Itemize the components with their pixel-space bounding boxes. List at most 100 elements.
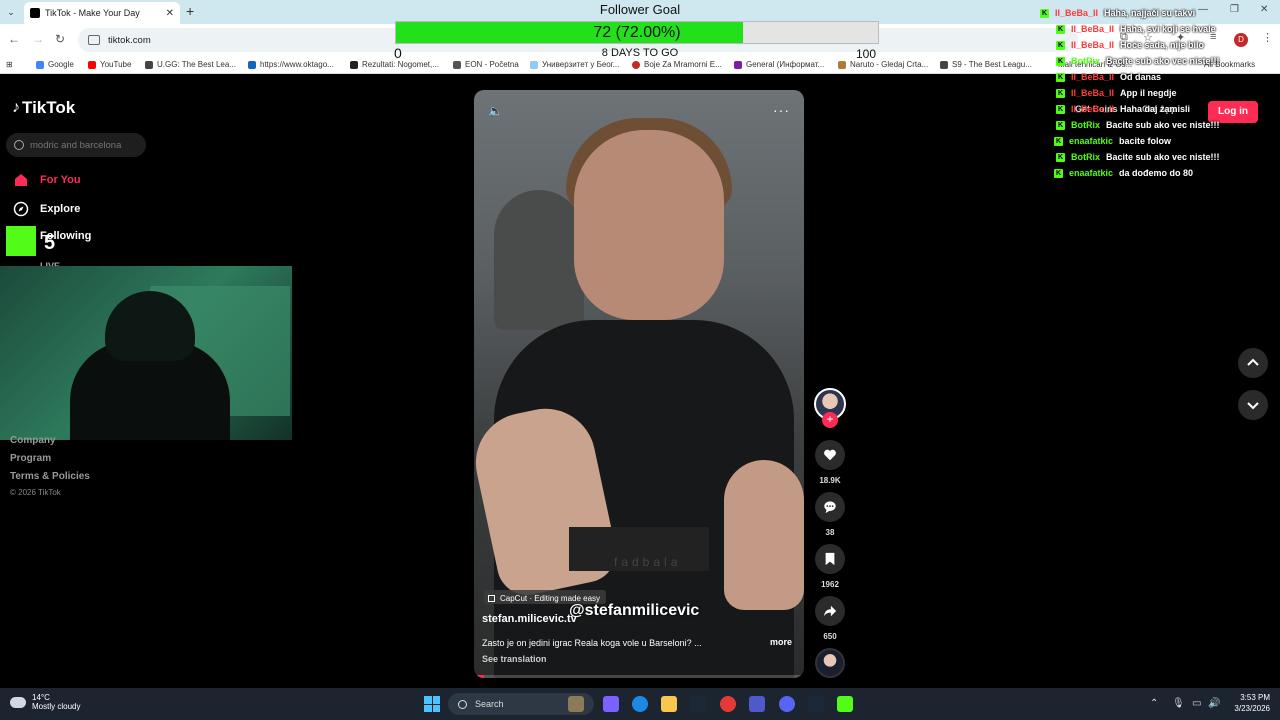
clock-date: 3/23/2026 [1234,704,1270,713]
bookmark-item[interactable]: Boje Za Mramorni E... [632,60,722,69]
chat-username[interactable]: II_BeBa_II [1071,40,1114,50]
close-tab-icon[interactable]: ✕ [166,8,174,19]
system-clock[interactable]: 3:53 PM 3/23/2026 [1222,692,1270,714]
site-info-icon[interactable] [88,35,100,45]
steam-icon[interactable] [690,696,706,712]
video-hand-right [724,460,804,610]
network-icon[interactable]: ▭ [1192,698,1201,709]
copyright: © 2026 TikTok [10,488,61,497]
chat-message: K BotRix Bacite sub ako vec niste!!! [1056,152,1220,162]
weather-widget[interactable]: 14°C Mostly cloudy [10,693,80,711]
bookmark-item[interactable]: U.GG: The Best Lea... [145,60,236,69]
chat-username[interactable]: enaafatkic [1069,136,1113,146]
video-progress-bar[interactable] [474,675,804,678]
copilot-icon[interactable] [603,696,619,712]
video-player[interactable]: fadbala 🔈 ··· CapCut · Editing made easy… [474,90,804,678]
bookmark-item[interactable]: S9 - The Best Leagu... [940,60,1032,69]
back-icon[interactable]: ← [8,32,20,46]
browser-menu-icon[interactable]: ⋮ [1262,31,1273,44]
home-icon [12,171,30,189]
video-author[interactable]: stefan.milicevic.tv [482,613,577,625]
clock-time: 3:53 PM [1240,693,1270,702]
goal-max: 100 [856,47,877,61]
chat-username[interactable]: II_BeBa_II [1071,24,1114,34]
tiktok-favicon-icon [30,8,40,18]
kick-badge-icon: K [1056,72,1065,82]
bookmark-item[interactable]: Google [36,60,74,69]
next-video-button[interactable] [1238,390,1268,420]
see-translation-link[interactable]: See translation [482,654,547,664]
kick-badge-icon: K [1056,120,1065,130]
footer-company[interactable]: Company [10,435,56,446]
chat-username[interactable]: II_BeBa_II [1071,72,1114,82]
bookmark-item[interactable]: Naruto - Gledaj Crta... [838,60,928,69]
chat-username[interactable]: II_BeBa_II [1071,88,1114,98]
search-icon[interactable] [14,140,24,150]
share-button[interactable] [815,596,845,626]
bookmark-item[interactable]: https://www.oktago... [248,60,334,69]
previous-video-button[interactable] [1238,348,1268,378]
bookmark-item[interactable]: Rezultati: Nogomet,... [350,60,439,69]
apps-grid-icon[interactable]: ⊞ [6,60,13,69]
maximize-icon[interactable]: ❐ [1230,4,1239,15]
edge-icon[interactable] [632,696,648,712]
chat-username[interactable]: BotRix [1071,56,1100,66]
minimize-icon[interactable]: — [1198,4,1208,15]
kick-app-icon[interactable] [837,696,853,712]
chat-username[interactable]: BotRix [1071,120,1100,130]
kick-badge-icon: K [1056,24,1065,34]
search-highlight-icon[interactable] [568,696,584,712]
bookmark-item[interactable]: Универзитет у Беог... [530,60,619,69]
follow-plus-icon[interactable]: + [822,412,838,428]
footer-program[interactable]: Program [10,453,51,464]
volume-icon[interactable]: 🔈 [488,104,503,118]
nav-explore[interactable]: Explore [12,200,80,218]
file-explorer-icon[interactable] [661,696,677,712]
goal-min: 0 [394,45,402,61]
browser-tab[interactable]: TikTok - Make Your Day ✕ [24,2,180,24]
new-tab-icon[interactable]: + [186,3,194,19]
profile-avatar[interactable]: D [1234,33,1248,47]
chat-username[interactable]: BotRix [1071,152,1100,162]
naruto-icon [838,60,846,69]
like-button[interactable] [815,440,845,470]
teams-icon[interactable] [749,696,765,712]
footer-terms[interactable]: Terms & Policies [10,471,90,482]
chat-message: K II_BeBa_II App il negdje [1056,88,1177,98]
forward-icon[interactable]: → [32,32,44,46]
kick-badge-icon: K [1056,40,1065,50]
chat-username[interactable]: II_BeBa_II [1055,8,1098,18]
search-icon [458,699,467,709]
tiktok-logo[interactable]: ♪ TikTok [12,98,75,118]
bookmark-item[interactable]: YouTube [88,60,131,69]
comment-button[interactable] [815,492,845,522]
tab-search-icon[interactable]: ⌄ [4,5,18,19]
share-count: 650 [823,632,837,641]
caption-more-button[interactable]: more [770,637,792,647]
save-button[interactable] [815,544,845,574]
chat-username[interactable]: II_BeBa_II [1071,104,1114,114]
reload-icon[interactable]: ↻ [55,32,65,46]
microphone-icon[interactable]: 🎙 [1172,698,1185,709]
bookmark-item[interactable]: EON - Početna [453,60,519,69]
close-window-icon[interactable]: ✕ [1260,4,1268,15]
steam-client-icon[interactable] [808,696,824,712]
more-options-icon[interactable]: ··· [773,102,790,118]
chat-message-text: App il negdje [1120,88,1177,98]
windows-start-icon[interactable] [424,696,440,712]
music-disc[interactable] [815,648,845,678]
url-text: tiktok.com [108,34,151,46]
bookmark-item[interactable]: General (Информат... [734,60,824,69]
nav-for-you[interactable]: For You [12,171,81,189]
search-input[interactable] [30,139,140,151]
chat-username[interactable]: enaafatkic [1069,168,1113,178]
chevron-down-icon [1247,402,1259,410]
discord-icon[interactable] [779,696,795,712]
chat-message: K II_BeBa_II Haha, svi koji se hvale [1056,24,1216,34]
tray-overflow-icon[interactable]: ⌃ [1150,698,1158,709]
volume-tray-icon[interactable]: 🔊 [1208,698,1220,709]
chrome-icon[interactable] [720,696,736,712]
kick-badge-icon: K [1056,104,1065,114]
chat-message-text: Od danas [1120,72,1162,82]
chat-message-text: Bacite sub ako vec niste!!! [1106,120,1220,130]
